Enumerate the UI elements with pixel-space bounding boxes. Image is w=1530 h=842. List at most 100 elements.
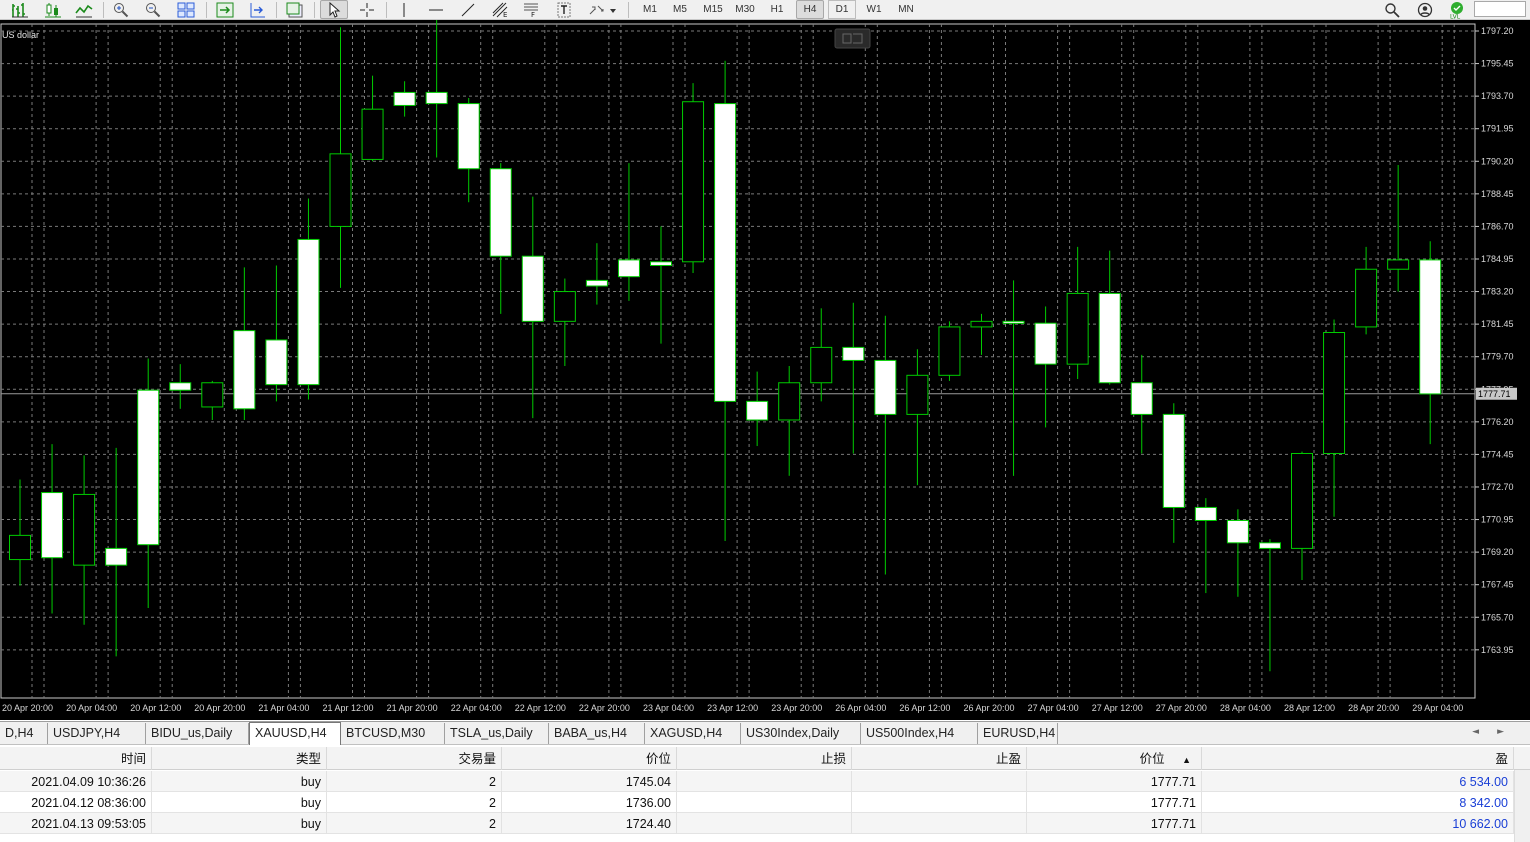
timeframe-m15[interactable]: M15 [698,0,728,19]
candle[interactable] [1355,246,1378,335]
table-row[interactable]: 2021.04.12 08:36:00 buy 2 1736.00 1777.71 8 3… [0,792,1514,813]
symbol-tab[interactable]: BTCUSD,M30 [341,723,445,744]
table-row[interactable]: 2021.04.09 10:36:26 buy 2 1745.04 1777.71 6 5… [0,771,1514,792]
candle[interactable] [1066,246,1089,380]
candle[interactable] [874,315,897,575]
candle[interactable] [457,98,480,203]
candle[interactable] [393,81,416,117]
trendline-icon[interactable] [456,0,480,19]
candle[interactable] [682,83,705,273]
candle[interactable] [906,349,929,486]
candle[interactable] [169,364,192,409]
candle[interactable] [650,226,672,344]
table-row[interactable]: 2021.04.13 09:53:05 buy 2 1724.40 1777.71 10 … [0,813,1514,834]
candlestick-chart-icon[interactable] [40,0,66,19]
search-input[interactable] [1474,1,1526,17]
candle[interactable] [842,302,865,454]
horizontal-line-icon[interactable] [424,0,448,19]
symbol-tab[interactable]: TSLA_us,Daily [445,723,549,744]
timeframe-m5[interactable]: M5 [666,0,694,19]
symbol-tab[interactable]: XAUUSD,H4 [249,722,341,745]
candle[interactable] [553,278,576,367]
candle[interactable] [297,198,320,400]
crosshair-icon[interactable] [354,0,380,19]
chart-canvas[interactable]: 1797.20 1795.45 1793.70 1791.95 1790.20 1788.… [0,20,1530,720]
column-profit[interactable]: 盈 [1202,747,1514,770]
tile-windows-icon[interactable] [174,0,198,19]
candle[interactable] [714,60,737,541]
candle[interactable] [1162,403,1185,543]
candle[interactable] [1419,241,1442,445]
symbol-tab[interactable]: BABA_us,H4 [549,723,645,744]
column-take-profit[interactable]: 止盈 [852,747,1027,770]
timeframe-m30[interactable]: M30 [730,0,760,19]
candle[interactable] [9,479,31,586]
symbol-tab[interactable]: US500Index,H4 [861,723,978,744]
timeframe-mn[interactable]: MN [892,0,920,19]
column-current-price[interactable]: 价位 ▲ [1027,747,1202,770]
candle[interactable] [1291,451,1313,581]
templates-icon[interactable] [282,0,308,19]
vertical-line-icon[interactable] [392,0,416,19]
one-click-panel-button[interactable] [834,28,871,49]
candle[interactable] [1034,306,1057,428]
candle[interactable] [1130,354,1153,454]
arrows-dropdown-icon[interactable] [584,0,622,19]
vertical-scrollbar[interactable] [1514,770,1530,842]
candle[interactable] [329,27,352,288]
account-icon[interactable] [1415,0,1435,19]
candle[interactable] [265,265,288,402]
candle[interactable] [233,267,256,420]
candle[interactable] [938,321,961,381]
candle[interactable] [1387,165,1410,292]
candle[interactable] [137,358,160,608]
text-label-icon[interactable] [552,0,576,19]
timeframe-w1[interactable]: W1 [860,0,888,19]
column-type[interactable]: 类型 [152,747,327,770]
search-icon[interactable] [1382,0,1402,19]
fibonacci-icon[interactable]: F [520,0,544,19]
candle[interactable] [585,243,608,305]
candle[interactable] [1258,539,1281,672]
column-stop-loss[interactable]: 止损 [677,747,852,770]
zoom-out-icon[interactable] [142,0,164,19]
cursor-icon[interactable] [320,0,348,19]
candle[interactable] [810,308,833,402]
chart-shift-icon[interactable] [244,0,270,19]
bar-chart-icon[interactable] [8,0,32,19]
candle[interactable] [1226,509,1249,597]
tab-scroll-arrows-icon[interactable]: ◄► [1472,727,1522,737]
timeframe-h4[interactable]: H4 [796,0,824,19]
candle[interactable] [521,196,544,419]
candle[interactable] [361,75,384,162]
zoom-in-icon[interactable] [110,0,132,19]
symbol-tab[interactable]: D,H4 [0,723,48,744]
candle[interactable] [778,366,801,476]
candle[interactable] [1098,250,1121,385]
timeframe-h1[interactable]: H1 [763,0,791,19]
candle[interactable] [41,444,64,614]
timeframe-d1[interactable]: D1 [828,0,856,19]
candle[interactable] [970,313,993,355]
line-chart-icon[interactable] [72,0,96,19]
symbol-tab[interactable]: EURUSD,H4 [978,723,1058,744]
candle[interactable] [105,447,128,657]
candle[interactable] [1002,280,1025,476]
candle[interactable] [1194,498,1217,594]
equidistant-channel-icon[interactable]: E [488,0,514,19]
timeframe-m1[interactable]: M1 [636,0,664,19]
price-chart[interactable]: 1797.20 1795.45 1793.70 1791.95 1790.20 1788.… [0,20,1530,720]
symbol-tab[interactable]: BIDU_us,Daily [146,723,249,744]
column-volume[interactable]: 交易量 [327,747,502,770]
candle[interactable] [617,163,640,301]
autoscroll-icon[interactable] [212,0,238,19]
candle[interactable] [425,20,448,158]
candle[interactable] [746,371,769,447]
symbol-tab[interactable]: XAGUSD,H4 [645,723,741,744]
column-time[interactable]: 时间 [0,747,152,770]
column-open-price[interactable]: 价位 [502,747,677,770]
symbol-tab[interactable]: US30Index,Daily [741,723,861,744]
candle[interactable] [201,380,224,420]
symbol-tab[interactable]: USDJPY,H4 [48,723,146,744]
candle[interactable] [73,455,96,625]
